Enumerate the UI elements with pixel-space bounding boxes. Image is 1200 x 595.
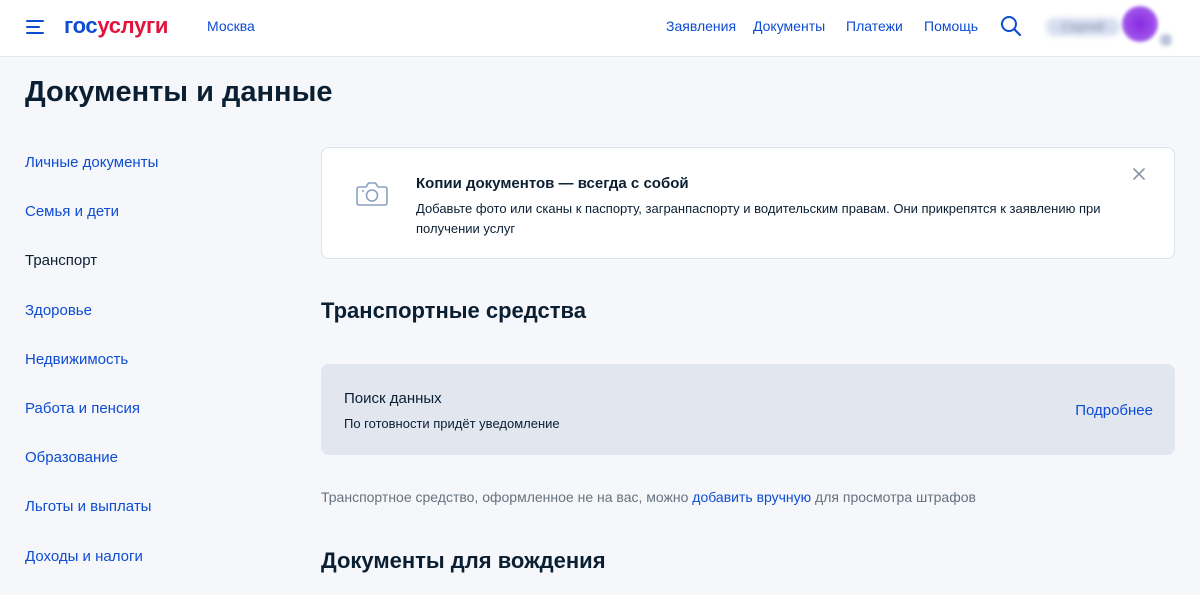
menu-icon[interactable] xyxy=(26,18,46,36)
sidebar-nav: Личные документы Семья и дети Транспорт … xyxy=(25,152,285,595)
user-avatar[interactable] xyxy=(1122,6,1158,42)
gosuslugi-logo[interactable]: госуслуги xyxy=(64,11,168,41)
nav-payments[interactable]: Платежи xyxy=(846,18,903,34)
page-title: Документы и данные xyxy=(25,76,333,108)
sidebar-item-family[interactable]: Семья и дети xyxy=(25,201,285,250)
banner-text: Добавьте фото или сканы к паспорту, загр… xyxy=(416,201,1101,236)
nav-applications[interactable]: Заявления xyxy=(666,18,736,34)
sidebar-item-realty[interactable]: Недвижимость xyxy=(25,349,285,398)
sidebar-item-health[interactable]: Здоровье xyxy=(25,300,285,349)
note-text-after: для просмотра штрафов xyxy=(811,489,976,505)
add-vehicle-note: Транспортное средство, оформленное не на… xyxy=(321,489,976,505)
add-manually-link[interactable]: добавить вручную xyxy=(692,489,811,505)
search-status-title: Поиск данных xyxy=(344,390,442,407)
sidebar-item-personal-docs[interactable]: Личные документы xyxy=(25,152,285,201)
top-header: госуслуги Москва Заявления Документы Пла… xyxy=(0,0,1200,57)
document-copies-banner: Копии документов — всегда с собой Добавь… xyxy=(321,147,1175,259)
search-icon[interactable] xyxy=(1000,15,1022,37)
avatar-badge xyxy=(1160,34,1172,46)
nav-documents[interactable]: Документы xyxy=(753,18,825,34)
nav-help[interactable]: Помощь xyxy=(924,18,978,34)
data-search-status-card: Поиск данных По готовности придёт уведом… xyxy=(321,364,1175,455)
logo-text-part2: услуги xyxy=(97,13,169,38)
user-name[interactable]: Сергей xyxy=(1046,18,1120,36)
logo-text-part1: гос xyxy=(64,13,98,38)
more-details-link[interactable]: Подробнее xyxy=(1075,402,1153,419)
sidebar-item-work-pension[interactable]: Работа и пенсия xyxy=(25,398,285,447)
city-selector[interactable]: Москва xyxy=(207,18,255,34)
camera-icon xyxy=(356,180,388,208)
sidebar-item-taxes[interactable]: Доходы и налоги xyxy=(25,546,285,595)
search-status-subtitle: По готовности придёт уведомление xyxy=(344,416,560,431)
driving-docs-section-title: Документы для вождения xyxy=(321,548,606,573)
note-text-before: Транспортное средство, оформленное не на… xyxy=(321,489,693,505)
banner-title: Копии документов — всегда с собой xyxy=(416,175,689,192)
close-icon[interactable] xyxy=(1132,167,1146,181)
sidebar-item-transport[interactable]: Транспорт xyxy=(25,250,285,299)
vehicles-section-title: Транспортные средства xyxy=(321,298,586,323)
sidebar-item-benefits[interactable]: Льготы и выплаты xyxy=(25,496,285,545)
sidebar-item-education[interactable]: Образование xyxy=(25,447,285,496)
